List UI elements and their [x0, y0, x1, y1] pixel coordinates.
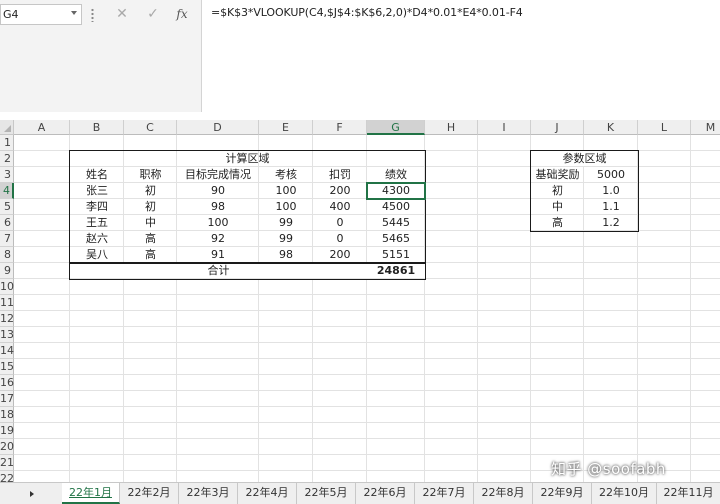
column-header-d[interactable]: D — [177, 120, 259, 135]
column-header-l[interactable]: L — [638, 120, 691, 135]
row-header[interactable]: 5 — [0, 199, 14, 215]
param-area-border — [530, 150, 639, 232]
column-header-g[interactable]: G — [367, 120, 425, 135]
row-header[interactable]: 22 — [0, 471, 14, 482]
watermark-text: 知乎 @soofabh — [551, 460, 666, 478]
sheet-tab[interactable]: 22年11月 — [657, 483, 720, 504]
row-header[interactable]: 4 — [0, 183, 14, 199]
row-header[interactable]: 16 — [0, 375, 14, 391]
cell-area[interactable]: 计算区域 姓名 职称 目标完成情况 考核 扣罚 绩效 张三 初 90 100 2… — [14, 135, 720, 482]
sheet-tab-bar: 22年1月 22年2月 22年3月 22年4月 22年5月 22年6月 22年7… — [0, 482, 720, 504]
row-header[interactable]: 3 — [0, 167, 14, 183]
sheet-tab[interactable]: 22年9月 — [533, 483, 592, 504]
column-header-e[interactable]: E — [259, 120, 313, 135]
column-header-j[interactable]: J — [531, 120, 584, 135]
row-header[interactable]: 9 — [0, 263, 14, 279]
row-header[interactable]: 14 — [0, 343, 14, 359]
row-header[interactable]: 1 — [0, 135, 14, 151]
column-header-k[interactable]: K — [584, 120, 638, 135]
row-header[interactable]: 7 — [0, 231, 14, 247]
enter-button[interactable]: ✓ — [141, 4, 165, 25]
column-header-c[interactable]: C — [124, 120, 177, 135]
select-all-corner[interactable] — [0, 120, 14, 135]
row-header[interactable]: 17 — [0, 391, 14, 407]
name-box-value: G4 — [3, 8, 19, 21]
sheet-tab[interactable]: 22年8月 — [474, 483, 533, 504]
column-header-i[interactable]: I — [478, 120, 531, 135]
row-header[interactable]: 11 — [0, 295, 14, 311]
chevron-down-icon[interactable] — [71, 11, 77, 15]
formula-text: =$K$3*VLOOKUP(C4,$J$4:$K$6,2,0)*D4*0.01*… — [211, 6, 523, 19]
sheet-tab[interactable]: 22年4月 — [238, 483, 297, 504]
column-header-b[interactable]: B — [70, 120, 124, 135]
sheet-tab[interactable]: 22年2月 — [120, 483, 179, 504]
calc-area-border — [69, 150, 426, 280]
play-icon[interactable] — [30, 491, 34, 497]
cancel-button[interactable]: ✕ — [110, 4, 134, 25]
name-box[interactable]: G4 — [0, 4, 82, 25]
formula-bar-area: G4 ✕ ✓ fx =$K$3*VLOOKUP(C4,$J$4:$K$6,2,0… — [0, 0, 720, 112]
row-header[interactable]: 8 — [0, 247, 14, 263]
column-header-f[interactable]: F — [313, 120, 367, 135]
sheet-tab[interactable]: 22年10月 — [592, 483, 657, 504]
row-header[interactable]: 13 — [0, 327, 14, 343]
sheet-tab[interactable]: 22年6月 — [356, 483, 415, 504]
row-header[interactable]: 2 — [0, 151, 14, 167]
selected-cell-g4[interactable] — [366, 182, 426, 200]
row-header[interactable]: 18 — [0, 407, 14, 423]
drag-handle-icon[interactable] — [91, 8, 94, 22]
sheet-tab[interactable]: 22年5月 — [297, 483, 356, 504]
sheet-tab[interactable]: 22年7月 — [415, 483, 474, 504]
row-header[interactable]: 15 — [0, 359, 14, 375]
row-header[interactable]: 10 — [0, 279, 14, 295]
sheet-tab[interactable]: 22年3月 — [179, 483, 238, 504]
column-header-a[interactable]: A — [14, 120, 70, 135]
total-row-divider — [69, 262, 426, 264]
insert-function-button[interactable]: fx — [170, 4, 194, 25]
row-header[interactable]: 20 — [0, 439, 14, 455]
spreadsheet-grid[interactable]: A B C D E F G H I J K L M 1 2 3 4 5 6 7 … — [0, 120, 720, 482]
row-header[interactable]: 21 — [0, 455, 14, 471]
row-header[interactable]: 6 — [0, 215, 14, 231]
sheet-tab-label: 22年1月 — [69, 486, 112, 499]
sheet-tab-active[interactable]: 22年1月 — [62, 483, 120, 504]
column-header-h[interactable]: H — [425, 120, 478, 135]
row-header[interactable]: 19 — [0, 423, 14, 439]
row-header[interactable]: 12 — [0, 311, 14, 327]
column-header-m[interactable]: M — [691, 120, 720, 135]
formula-input[interactable]: =$K$3*VLOOKUP(C4,$J$4:$K$6,2,0)*D4*0.01*… — [201, 0, 720, 112]
